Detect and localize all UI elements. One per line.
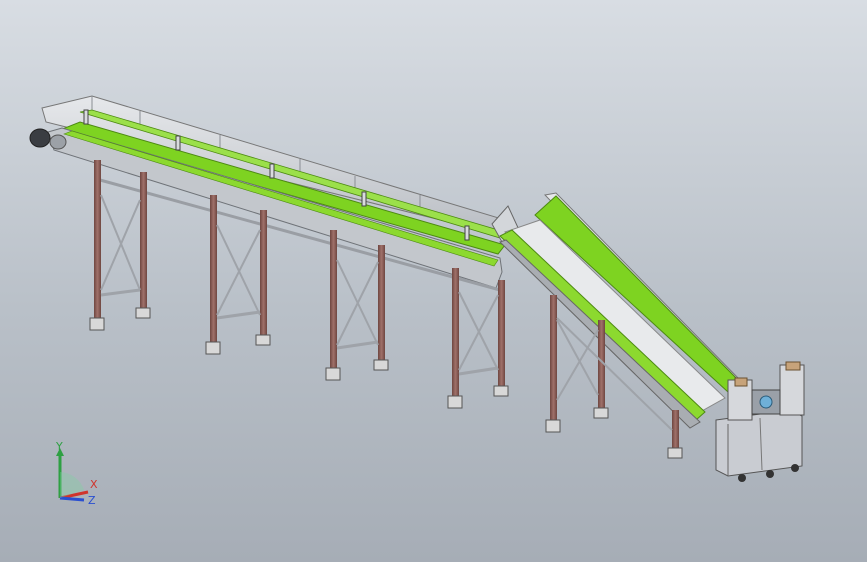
z-axis-label: Z [88, 494, 96, 507]
z-axis-icon [59, 496, 85, 502]
graphics-viewport[interactable]: Y X Z [0, 0, 867, 562]
coordinate-triad[interactable]: Y X Z [40, 440, 110, 510]
leg-pair-3 [325, 230, 389, 381]
leg-pair-4 [447, 268, 509, 409]
x-axis-label: X [90, 478, 98, 491]
y-axis-label: Y [55, 440, 63, 453]
machine-right-housing [779, 364, 805, 416]
conveyor-assembly-model[interactable] [0, 0, 867, 562]
incline-belt [504, 219, 726, 413]
incline-conveyor [491, 192, 741, 459]
main-conveyor [29, 95, 513, 292]
packing-machine [715, 361, 805, 482]
